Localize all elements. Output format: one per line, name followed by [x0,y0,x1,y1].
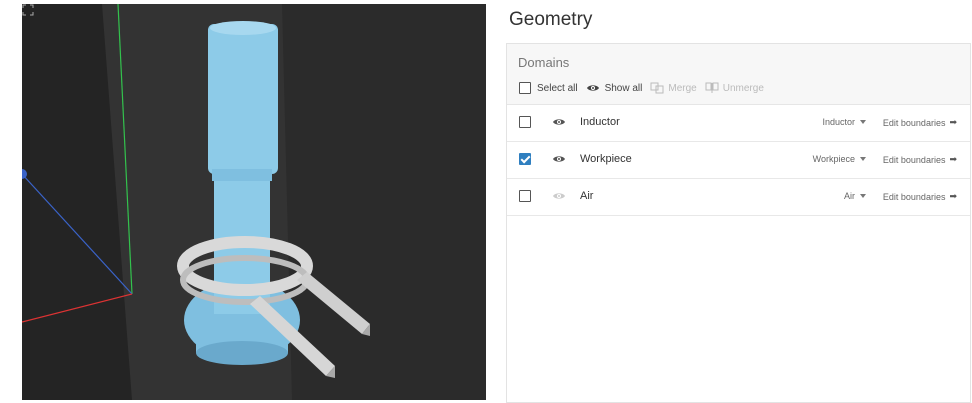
show-all-label: Show all [604,82,643,94]
domain-checkbox[interactable] [519,153,531,165]
3d-viewport[interactable] [22,4,486,400]
edit-boundaries-label: Edit boundaries [882,191,946,202]
arrow-right-icon: ➡ [949,191,957,201]
material-select[interactable]: Air [844,191,866,201]
arrow-right-icon: ➡ [949,154,957,164]
domain-name: Air [580,190,594,202]
domain-row-inductor[interactable]: Inductor Inductor Edit boundaries ➡ [507,105,970,142]
material-select[interactable]: Workpiece [813,154,866,164]
domains-label: Domains [518,55,570,70]
eye-icon[interactable] [552,154,566,164]
edit-boundaries-label: Edit boundaries [882,117,946,128]
material-select[interactable]: Inductor [822,117,866,127]
merge-label: Merge [668,82,697,94]
eye-icon[interactable] [552,191,566,201]
material-select-value: Workpiece [812,154,855,164]
domain-row-workpiece[interactable]: Workpiece Workpiece Edit boundaries ➡ [507,142,970,179]
arrow-right-icon: ➡ [949,117,957,127]
caret-down-icon [860,120,866,124]
domains-toolbar: Select all Show all Merge Unmerge [519,82,772,94]
domain-checkbox[interactable] [519,190,531,202]
unmerge-icon [705,82,719,93]
material-select-value: Air [844,191,855,201]
panel-title: Geometry [509,9,593,30]
edit-boundaries-link[interactable]: Edit boundaries ➡ [883,154,957,165]
eye-icon [586,85,599,91]
eye-icon[interactable] [552,117,566,127]
select-all-label: Select all [537,82,578,94]
domain-row-air[interactable]: Air Air Edit boundaries ➡ [507,179,970,216]
domain-name: Workpiece [580,153,632,165]
domains-card: Domains Select all Show all Merge Unmerg… [506,43,971,403]
material-select-value: Inductor [822,117,855,127]
select-all-button[interactable]: Select all [519,82,578,94]
edit-boundaries-label: Edit boundaries [882,154,946,165]
caret-down-icon [860,194,866,198]
edit-boundaries-link[interactable]: Edit boundaries ➡ [883,191,957,202]
merge-icon [650,82,664,94]
fullscreen-icon[interactable] [22,4,34,16]
unmerge-label: Unmerge [722,82,764,94]
geometry-scene [22,4,370,400]
show-all-button[interactable]: Show all [586,82,643,94]
unmerge-button[interactable]: Unmerge [705,82,764,94]
domain-name: Inductor [580,116,620,128]
select-all-checkbox[interactable] [519,82,531,94]
edit-boundaries-link[interactable]: Edit boundaries ➡ [883,117,957,128]
domains-card-header: Domains Select all Show all Merge Unmerg… [507,44,970,105]
caret-down-icon [860,157,866,161]
domain-checkbox[interactable] [519,116,531,128]
merge-button[interactable]: Merge [650,82,697,94]
